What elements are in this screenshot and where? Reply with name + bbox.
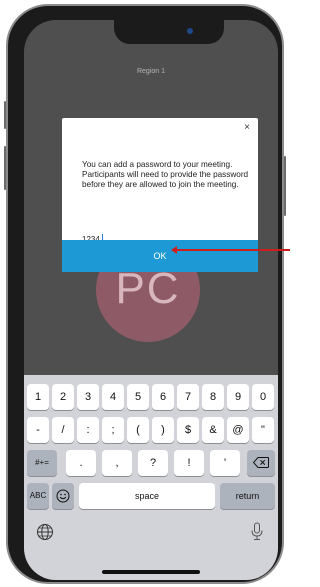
key[interactable]: ) bbox=[152, 417, 174, 443]
globe-icon bbox=[37, 524, 53, 540]
abc-key[interactable]: ABC bbox=[27, 483, 49, 509]
key[interactable]: ' bbox=[210, 450, 240, 476]
dialog-message: You can add a password to your meeting. … bbox=[82, 160, 249, 189]
key[interactable]: : bbox=[77, 417, 99, 443]
emoji-key[interactable] bbox=[52, 483, 74, 509]
phone-side-button bbox=[4, 101, 6, 129]
ok-button[interactable]: OK bbox=[62, 240, 258, 272]
key[interactable]: ; bbox=[102, 417, 124, 443]
symbols-key[interactable]: #+= bbox=[27, 450, 57, 476]
region-label: Region 1 bbox=[136, 68, 166, 75]
key[interactable]: 6 bbox=[152, 384, 174, 410]
key[interactable]: ( bbox=[127, 417, 149, 443]
key[interactable]: $ bbox=[177, 417, 199, 443]
key[interactable]: & bbox=[202, 417, 224, 443]
phone-side-button bbox=[284, 156, 286, 216]
key[interactable]: ? bbox=[138, 450, 168, 476]
annotation-arrow bbox=[171, 246, 290, 254]
phone-frame: Region 1 PC × You can add a password to … bbox=[4, 4, 286, 584]
key[interactable]: 9 bbox=[227, 384, 249, 410]
microphone-icon bbox=[251, 522, 263, 540]
keyboard: 1 2 3 4 5 6 7 8 9 0 - / : ; ( ) $ & @ " … bbox=[24, 375, 278, 580]
key[interactable]: - bbox=[27, 417, 49, 443]
microphone-key[interactable] bbox=[250, 522, 266, 544]
key[interactable]: / bbox=[52, 417, 74, 443]
key[interactable]: 2 bbox=[52, 384, 74, 410]
camera-icon bbox=[187, 28, 193, 34]
globe-key[interactable] bbox=[36, 523, 56, 543]
return-key[interactable]: return bbox=[220, 483, 275, 509]
key[interactable]: 8 bbox=[202, 384, 224, 410]
key[interactable]: 4 bbox=[102, 384, 124, 410]
phone-side-button bbox=[4, 146, 6, 190]
key[interactable]: , bbox=[102, 450, 132, 476]
home-indicator bbox=[102, 570, 200, 574]
phone-screen: Region 1 PC × You can add a password to … bbox=[24, 20, 278, 580]
key[interactable]: 0 bbox=[252, 384, 274, 410]
key[interactable]: " bbox=[252, 417, 274, 443]
backspace-key[interactable] bbox=[247, 450, 275, 476]
backspace-icon bbox=[252, 457, 269, 468]
key[interactable]: 5 bbox=[127, 384, 149, 410]
key[interactable]: ! bbox=[174, 450, 204, 476]
key[interactable]: 1 bbox=[27, 384, 49, 410]
key[interactable]: 7 bbox=[177, 384, 199, 410]
key[interactable]: . bbox=[66, 450, 96, 476]
key[interactable]: 3 bbox=[77, 384, 99, 410]
close-icon[interactable]: × bbox=[244, 122, 250, 133]
emoji-icon bbox=[56, 489, 70, 503]
key[interactable]: @ bbox=[227, 417, 249, 443]
notch bbox=[114, 20, 224, 44]
space-key[interactable]: space bbox=[79, 483, 215, 509]
